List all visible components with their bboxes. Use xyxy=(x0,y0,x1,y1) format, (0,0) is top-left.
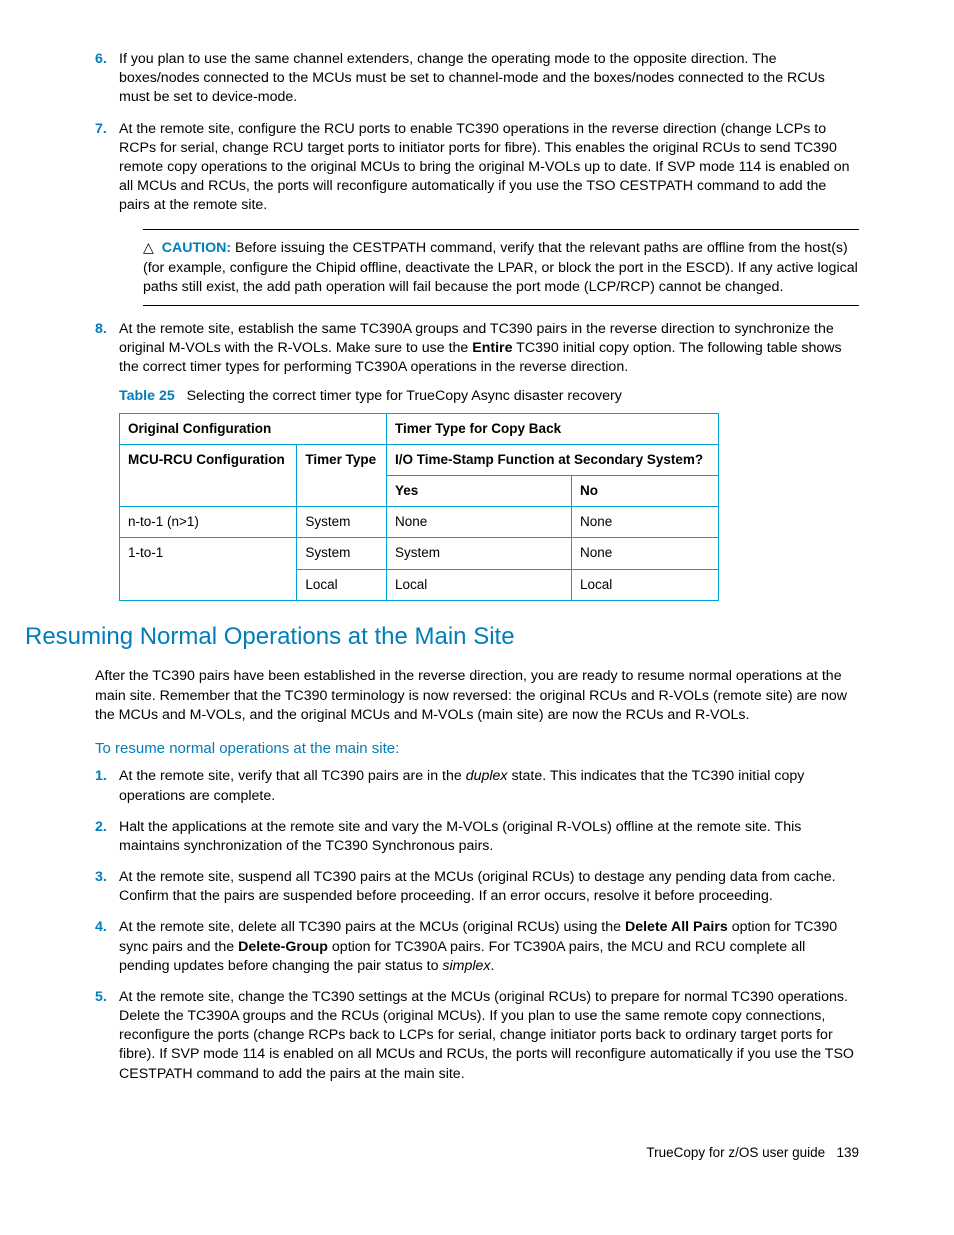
item-text: At the remote site, verify that all TC39… xyxy=(119,768,804,803)
cell: System xyxy=(297,538,387,569)
item-number: 8. xyxy=(95,320,107,339)
bold-run: Delete All Pairs xyxy=(625,919,728,935)
list-item: 5. At the remote site, change the TC390 … xyxy=(95,988,859,1084)
table-row: MCU-RCU Configuration Timer Type I/O Tim… xyxy=(120,444,719,475)
footer-title: TrueCopy for z/OS user guide xyxy=(646,1145,825,1160)
item-number: 5. xyxy=(95,988,107,1007)
list-item: 8. At the remote site, establish the sam… xyxy=(95,320,859,601)
item-number: 7. xyxy=(95,120,107,139)
table-row: 1-to-1 System System None xyxy=(120,538,719,569)
col-header: MCU-RCU Configuration xyxy=(120,444,297,506)
item-text: At the remote site, establish the same T… xyxy=(119,321,842,375)
timer-type-table: Original Configuration Timer Type for Co… xyxy=(119,413,719,601)
procedure-list-2: 1. At the remote site, verify that all T… xyxy=(95,767,859,1083)
page-footer: TrueCopy for z/OS user guide 139 xyxy=(95,1144,859,1162)
item-number: 6. xyxy=(95,50,107,69)
item-number: 4. xyxy=(95,918,107,937)
item-text: If you plan to use the same channel exte… xyxy=(119,51,825,105)
list-item: 3. At the remote site, suspend all TC390… xyxy=(95,868,859,906)
cell: Local xyxy=(387,569,572,600)
list-item: 4. At the remote site, delete all TC390 … xyxy=(95,918,859,976)
col-header: Original Configuration xyxy=(120,413,387,444)
table-title: Selecting the correct timer type for Tru… xyxy=(187,388,622,404)
item-text: At the remote site, delete all TC390 pai… xyxy=(119,919,837,973)
item-number: 3. xyxy=(95,868,107,887)
table-row: n-to-1 (n>1) System None None xyxy=(120,507,719,538)
list-item: 6. If you plan to use the same channel e… xyxy=(95,50,859,108)
col-header: I/O Time-Stamp Function at Secondary Sys… xyxy=(387,444,719,475)
cell: None xyxy=(387,507,572,538)
col-header: Yes xyxy=(387,476,572,507)
italic-run: duplex xyxy=(466,768,508,784)
cell: System xyxy=(387,538,572,569)
col-header: Timer Type for Copy Back xyxy=(387,413,719,444)
item-text: At the remote site, configure the RCU po… xyxy=(119,121,850,214)
rule xyxy=(143,305,859,306)
caution-block: △ CAUTION: Before issuing the CESTPATH c… xyxy=(143,229,859,306)
item-number: 1. xyxy=(95,767,107,786)
section-intro: After the TC390 pairs have been establis… xyxy=(95,667,859,725)
procedure-list-1: 6. If you plan to use the same channel e… xyxy=(95,50,859,601)
text-run: At the remote site, delete all TC390 pai… xyxy=(119,919,625,935)
cell: None xyxy=(571,538,718,569)
cell: Local xyxy=(297,569,387,600)
cell: System xyxy=(297,507,387,538)
list-item: 1. At the remote site, verify that all T… xyxy=(95,767,859,805)
item-text: At the remote site, suspend all TC390 pa… xyxy=(119,869,836,904)
table-caption: Table 25 Selecting the correct timer typ… xyxy=(119,387,859,406)
col-header: No xyxy=(571,476,718,507)
cell: 1-to-1 xyxy=(120,538,297,600)
text-run: At the remote site, verify that all TC39… xyxy=(119,768,466,784)
cell: n-to-1 (n>1) xyxy=(120,507,297,538)
col-header: Timer Type xyxy=(297,444,387,506)
caution-icon: △ xyxy=(143,238,154,257)
item-text: Halt the applications at the remote site… xyxy=(119,819,801,854)
list-item: 2. Halt the applications at the remote s… xyxy=(95,818,859,856)
caution-body: △ CAUTION: Before issuing the CESTPATH c… xyxy=(143,230,859,305)
table-row: Original Configuration Timer Type for Co… xyxy=(120,413,719,444)
cell: Local xyxy=(571,569,718,600)
bold-run: Entire xyxy=(472,340,512,356)
caution-text: Before issuing the CESTPATH command, ver… xyxy=(143,240,858,294)
caution-label: CAUTION: xyxy=(162,240,231,256)
table-number: Table 25 xyxy=(119,388,175,404)
page-number: 139 xyxy=(836,1145,859,1160)
cell: None xyxy=(571,507,718,538)
italic-run: simplex xyxy=(442,958,490,974)
bold-run: Delete-Group xyxy=(238,939,328,955)
section-heading: Resuming Normal Operations at the Main S… xyxy=(25,621,859,653)
list-item: 7. At the remote site, configure the RCU… xyxy=(95,120,859,306)
item-number: 2. xyxy=(95,818,107,837)
item-text: At the remote site, change the TC390 set… xyxy=(119,989,854,1082)
text-run: . xyxy=(491,958,495,974)
section-subheading: To resume normal operations at the main … xyxy=(95,739,859,759)
